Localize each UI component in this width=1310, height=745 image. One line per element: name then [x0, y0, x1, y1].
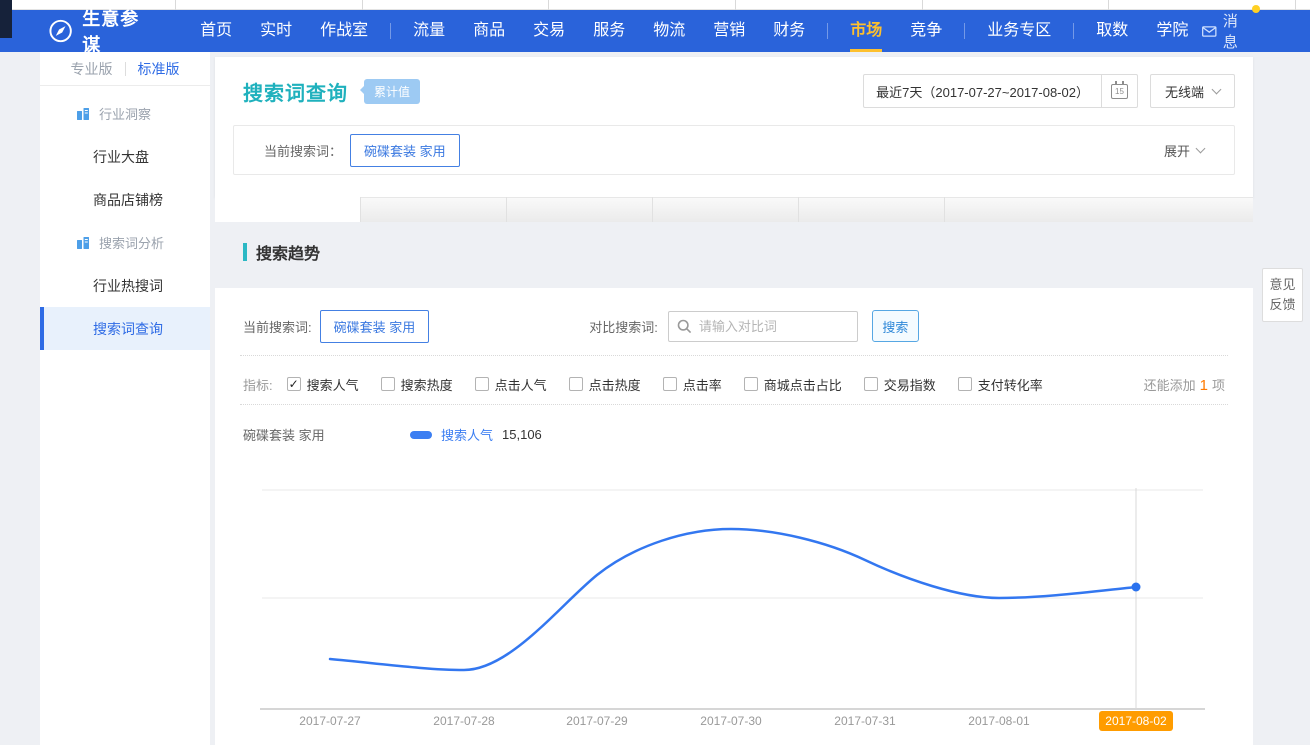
metric-tab[interactable] — [798, 197, 944, 222]
nav-item-market[interactable]: 市场 — [836, 10, 896, 52]
sidebar-group-label: 行业洞察 — [99, 104, 151, 123]
nav-item-home[interactable]: 首页 — [186, 10, 246, 52]
notification-dot — [1252, 5, 1260, 13]
nav-divider — [390, 23, 391, 39]
chevron-down-icon — [1212, 84, 1222, 94]
nav-item-war-room[interactable]: 作战室 — [306, 10, 382, 52]
app-logo[interactable]: 生意参谋 — [48, 5, 156, 57]
current-term-panel: 当前搜索词： 碗碟套装 家用 展开 — [233, 125, 1235, 175]
nav-item-realtime[interactable]: 实时 — [246, 10, 306, 52]
messages-label: 消息 — [1223, 10, 1252, 52]
nav-item-messages[interactable]: 消息 — [1202, 10, 1252, 52]
nav-item-traffic[interactable]: 流量 — [399, 10, 459, 52]
logo-text: 生意参谋 — [82, 5, 156, 57]
x-axis-label: 2017-07-29 — [542, 714, 652, 728]
page-header-card: 搜索词查询 累计值 最近7天（2017-07-27~2017-08-02） 15… — [215, 57, 1253, 197]
sidebar-menu: 行业洞察 行业大盘 商品店铺榜 搜索词分析 行业热搜词 搜索词查询 — [40, 86, 210, 350]
cumulative-value-badge: 累计值 — [364, 79, 420, 104]
search-popularity-line — [330, 529, 1136, 670]
date-range-text: 最近7天（2017-07-27~2017-08-02） — [864, 82, 1101, 101]
browser-edge-strip — [0, 0, 1310, 10]
section-header: 搜索趋势 — [243, 240, 320, 264]
nav-divider — [827, 23, 828, 39]
metric-tabstrip — [215, 197, 1253, 222]
sidebar-item-product-shop-rank[interactable]: 商品店铺榜 — [40, 178, 210, 221]
envelope-icon — [1202, 26, 1217, 37]
chevron-down-icon — [1196, 143, 1206, 153]
data-point-marker[interactable] — [1132, 583, 1141, 592]
nav-item-goods[interactable]: 商品 — [459, 10, 519, 52]
feedback-line1: 意见 — [1263, 275, 1302, 295]
report-icon — [76, 107, 90, 121]
metric-tab[interactable] — [360, 197, 506, 222]
metric-tab[interactable] — [944, 197, 1253, 222]
x-axis-label: 2017-07-28 — [409, 714, 519, 728]
terminal-select[interactable]: 无线端 — [1150, 74, 1235, 108]
sidebar-item-industry-overview[interactable]: 行业大盘 — [40, 135, 210, 178]
current-term-tag[interactable]: 碗碟套装 家用 — [350, 134, 460, 167]
sidebar-group-label: 搜索词分析 — [99, 233, 164, 252]
sidebar-item-search-term-query[interactable]: 搜索词查询 — [40, 307, 210, 350]
section-accent-bar — [243, 243, 247, 261]
nav-item-data-fetch[interactable]: 取数 — [1082, 10, 1142, 52]
nav-item-finance[interactable]: 财务 — [759, 10, 819, 52]
sidebar-tab-pro-version[interactable]: 专业版 — [71, 59, 113, 79]
metric-tab[interactable] — [506, 197, 652, 222]
calendar-icon: 15 — [1111, 84, 1128, 99]
sidebar: 专业版 标准版 行业洞察 行业大盘 商品店铺榜 搜索 — [40, 52, 210, 745]
window-corner — [0, 0, 12, 38]
nav-item-academy[interactable]: 学院 — [1142, 10, 1202, 52]
nav-item-service[interactable]: 服务 — [579, 10, 639, 52]
x-axis-label: 2017-07-30 — [676, 714, 786, 728]
compass-logo-icon — [48, 18, 73, 44]
nav-item-competition[interactable]: 竞争 — [896, 10, 956, 52]
nav-menu: 首页 实时 作战室 流量 商品 交易 服务 物流 营销 财务 市场 竞争 业务专… — [186, 10, 1202, 52]
sidebar-item-industry-hot-search[interactable]: 行业热搜词 — [40, 264, 210, 307]
trend-line-chart[interactable] — [215, 288, 1253, 745]
nav-divider — [964, 23, 965, 39]
terminal-value: 无线端 — [1165, 82, 1204, 101]
report-icon — [76, 236, 90, 250]
feedback-button[interactable]: 意见 反馈 — [1262, 268, 1303, 322]
expand-toggle[interactable]: 展开 — [1164, 141, 1204, 160]
metric-tab[interactable] — [652, 197, 798, 222]
x-axis-label: 2017-08-01 — [944, 714, 1054, 728]
app-screen: 生意参谋 首页 实时 作战室 流量 商品 交易 服务 物流 营销 财务 市场 竞… — [0, 0, 1310, 745]
highlighted-date-label: 2017-08-02 — [1099, 711, 1172, 731]
x-axis-label-highlighted: 2017-08-02 — [1081, 714, 1191, 728]
page-title: 搜索词查询 — [243, 77, 348, 106]
date-range-picker[interactable]: 最近7天（2017-07-27~2017-08-02） 15 — [863, 74, 1138, 108]
expand-label: 展开 — [1164, 141, 1190, 160]
metric-tab[interactable] — [215, 197, 360, 222]
search-trend-card: 当前搜索词: 碗碟套装 家用 对比搜索词: 搜索 指标: 搜索人气 搜索热度 — [215, 288, 1253, 745]
nav-item-marketing[interactable]: 营销 — [699, 10, 759, 52]
sidebar-group-search-term-analysis: 搜索词分析 — [40, 221, 210, 264]
top-navbar: 生意参谋 首页 实时 作战室 流量 商品 交易 服务 物流 营销 财务 市场 竞… — [0, 10, 1310, 52]
nav-item-logistics[interactable]: 物流 — [639, 10, 699, 52]
version-switcher: 专业版 标准版 — [40, 52, 210, 86]
feedback-line2: 反馈 — [1263, 295, 1302, 315]
current-term-label: 当前搜索词： — [264, 141, 342, 160]
calendar-button[interactable]: 15 — [1101, 74, 1137, 108]
nav-item-trade[interactable]: 交易 — [519, 10, 579, 52]
section-title: 搜索趋势 — [256, 240, 320, 264]
x-axis-label: 2017-07-31 — [810, 714, 920, 728]
x-axis-label: 2017-07-27 — [275, 714, 385, 728]
sidebar-group-industry-insight: 行业洞察 — [40, 92, 210, 135]
version-divider — [125, 62, 126, 76]
nav-item-business-zone[interactable]: 业务专区 — [973, 10, 1065, 52]
nav-divider — [1073, 23, 1074, 39]
sidebar-tab-standard-version[interactable]: 标准版 — [138, 59, 180, 79]
